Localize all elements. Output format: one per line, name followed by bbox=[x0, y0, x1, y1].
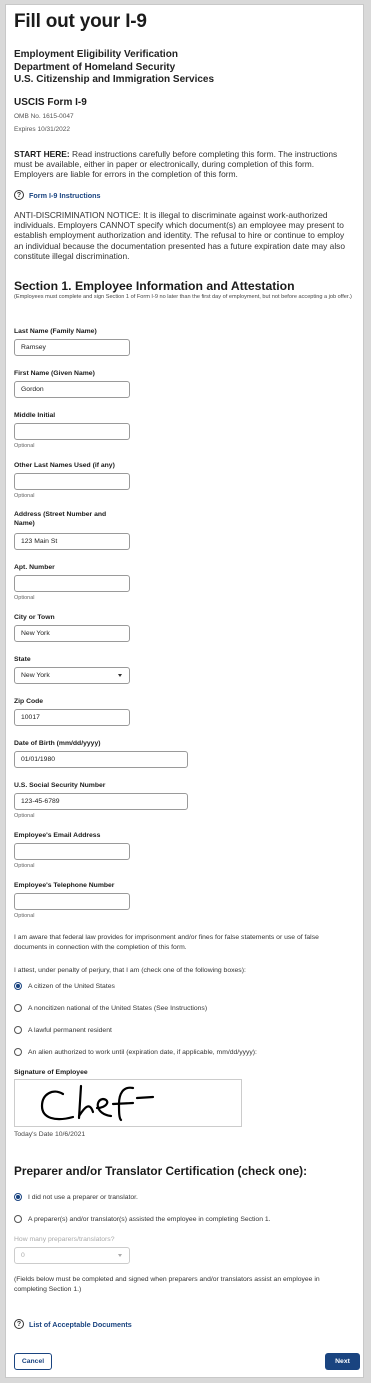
radio-selected[interactable] bbox=[14, 982, 22, 990]
chevron-down-icon bbox=[118, 1254, 122, 1257]
phone-label: Employee's Telephone Number bbox=[14, 882, 115, 889]
status-option-citizen[interactable]: A citizen of the United States bbox=[14, 982, 115, 990]
status-option-label: A citizen of the United States bbox=[28, 982, 115, 990]
radio-unselected[interactable] bbox=[14, 1215, 22, 1223]
email-label: Employee's Email Address bbox=[14, 832, 101, 839]
preparer-count-select[interactable]: 0 bbox=[14, 1247, 130, 1264]
middle-initial-label: Middle Initial bbox=[14, 412, 56, 419]
cancel-button[interactable]: Cancel bbox=[14, 1353, 52, 1370]
radio-unselected[interactable] bbox=[14, 1026, 22, 1034]
apt-number-input[interactable] bbox=[14, 575, 130, 592]
status-option-alien-authorized[interactable]: An alien authorized to work until (expir… bbox=[14, 1048, 257, 1056]
address-input[interactable]: 123 Main St bbox=[14, 533, 130, 550]
radio-unselected[interactable] bbox=[14, 1048, 22, 1056]
instructions-link-label: Form I-9 Instructions bbox=[29, 190, 101, 200]
email-input[interactable] bbox=[14, 843, 130, 860]
instructions-link[interactable]: ? Form I-9 Instructions bbox=[14, 190, 100, 200]
section1-subheading: (Employees must complete and sign Sectio… bbox=[14, 294, 352, 300]
middle-initial-input[interactable] bbox=[14, 423, 130, 440]
last-name-input[interactable]: Ramsey bbox=[14, 339, 130, 356]
other-last-names-input[interactable] bbox=[14, 473, 130, 490]
optional-hint: Optional bbox=[14, 493, 35, 499]
signature-label: Signature of Employee bbox=[14, 1069, 88, 1076]
optional-hint: Optional bbox=[14, 913, 35, 919]
start-here-text: START HERE: Read instructions carefully … bbox=[14, 149, 350, 180]
form-window: Fill out your I-9 Employment Eligibility… bbox=[5, 4, 364, 1378]
optional-hint: Optional bbox=[14, 813, 35, 819]
preparer-count-label: How many preparers/translators? bbox=[14, 1236, 115, 1243]
state-select-value: New York bbox=[21, 672, 50, 679]
dob-label: Date of Birth (mm/dd/yyyy) bbox=[14, 740, 101, 747]
preparer-count-value: 0 bbox=[21, 1252, 25, 1259]
city-input[interactable]: New York bbox=[14, 625, 130, 642]
agency-line: Department of Homeland Security bbox=[14, 61, 176, 73]
preparer-note: (Fields below must be completed and sign… bbox=[14, 1276, 320, 1293]
expiration-date: Expires 10/31/2022 bbox=[14, 126, 71, 133]
awareness-statement: I am aware that federal law provides for… bbox=[14, 934, 319, 951]
preparer-heading: Preparer and/or Translator Certification… bbox=[14, 1164, 308, 1178]
preparer-option-label: I did not use a preparer or translator. bbox=[28, 1193, 138, 1201]
omb-number: OMB No. 1615-0047 bbox=[14, 113, 74, 120]
signature-drawing bbox=[40, 1084, 155, 1122]
agency-line: U.S. Citizenship and Immigration Service… bbox=[14, 74, 215, 85]
zip-input[interactable]: 10017 bbox=[14, 709, 130, 726]
state-select[interactable]: New York bbox=[14, 667, 130, 684]
radio-unselected[interactable] bbox=[14, 1004, 22, 1012]
status-option-label: A lawful permanent resident bbox=[28, 1026, 112, 1034]
last-name-label: Last Name (Family Name) bbox=[14, 328, 97, 335]
zip-label: Zip Code bbox=[14, 698, 44, 705]
todays-date: Today's Date 10/6/2021 bbox=[14, 1131, 86, 1138]
first-name-label: First Name (Given Name) bbox=[14, 370, 95, 377]
agency-block: Employment Eligibility Verification Depa… bbox=[14, 49, 214, 87]
optional-hint: Optional bbox=[14, 595, 35, 601]
preparer-option-assisted[interactable]: A preparer(s) and/or translator(s) assis… bbox=[14, 1215, 271, 1223]
ssn-input[interactable]: 123-45-6789 bbox=[14, 793, 188, 810]
ssn-label: U.S. Social Security Number bbox=[14, 782, 106, 789]
acceptable-documents-link[interactable]: ? List of Acceptable Documents bbox=[14, 1319, 132, 1329]
status-option-noncitizen-national[interactable]: A noncitizen national of the United Stat… bbox=[14, 1004, 207, 1012]
next-button[interactable]: Next bbox=[325, 1353, 360, 1370]
signature-pad[interactable] bbox=[14, 1079, 242, 1127]
optional-hint: Optional bbox=[14, 443, 35, 449]
anti-discrimination-notice: ANTI-DISCRIMINATION NOTICE: It is illega… bbox=[14, 210, 346, 261]
page-title: Fill out your I-9 bbox=[14, 11, 147, 32]
acceptable-documents-label: List of Acceptable Documents bbox=[29, 1319, 132, 1329]
help-icon: ? bbox=[14, 190, 24, 200]
city-label: City or Town bbox=[14, 614, 55, 621]
section1-heading: Section 1. Employee Information and Atte… bbox=[14, 279, 295, 293]
phone-input[interactable] bbox=[14, 893, 130, 910]
status-option-label: An alien authorized to work until (expir… bbox=[28, 1048, 257, 1056]
other-last-names-label: Other Last Names Used (if any) bbox=[14, 462, 115, 469]
preparer-option-none[interactable]: I did not use a preparer or translator. bbox=[14, 1193, 138, 1201]
status-option-permanent-resident[interactable]: A lawful permanent resident bbox=[14, 1026, 112, 1034]
preparer-option-label: A preparer(s) and/or translator(s) assis… bbox=[28, 1215, 271, 1223]
radio-selected[interactable] bbox=[14, 1193, 22, 1201]
dob-input[interactable]: 01/01/1980 bbox=[14, 751, 188, 768]
state-label: State bbox=[14, 656, 31, 663]
agency-line: Employment Eligibility Verification bbox=[14, 49, 178, 60]
attestation-statement: I attest, under penalty of perjury, that… bbox=[14, 967, 246, 974]
status-option-label: A noncitizen national of the United Stat… bbox=[28, 1004, 208, 1012]
optional-hint: Optional bbox=[14, 863, 35, 869]
form-number: USCIS Form I-9 bbox=[14, 97, 87, 108]
help-icon: ? bbox=[14, 1319, 24, 1329]
chevron-down-icon bbox=[118, 674, 122, 677]
apt-number-label: Apt. Number bbox=[14, 564, 55, 571]
start-here-label: START HERE: bbox=[14, 149, 70, 159]
first-name-input[interactable]: Gordon bbox=[14, 381, 130, 398]
address-label: Address (Street Number and Name) bbox=[14, 511, 107, 527]
